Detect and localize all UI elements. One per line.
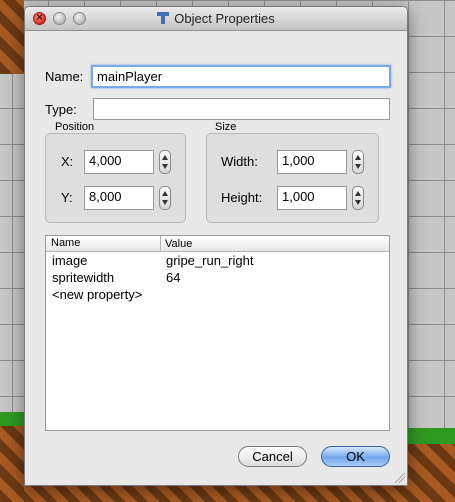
property-name: image	[52, 253, 88, 268]
map-tile	[0, 0, 24, 74]
y-label: Y:	[61, 190, 73, 205]
table-row[interactable]: spritewidth 64	[46, 269, 389, 286]
chevron-down-icon	[162, 164, 168, 169]
type-input[interactable]	[93, 98, 390, 120]
width-label: Width:	[221, 154, 258, 169]
chevron-up-icon	[355, 155, 361, 160]
height-stepper[interactable]	[352, 186, 364, 210]
x-stepper[interactable]	[159, 150, 171, 174]
object-properties-dialog: Object Properties Name: mainPlayer Type:…	[24, 6, 408, 486]
size-group: Width: 1,000 Height: 1,000	[206, 133, 379, 223]
width-input[interactable]: 1,000	[277, 150, 347, 174]
height-label: Height:	[221, 190, 263, 205]
window-title: Object Properties	[25, 11, 407, 26]
height-input[interactable]: 1,000	[277, 186, 347, 210]
property-name: spritewidth	[52, 270, 115, 285]
cancel-button[interactable]: Cancel	[238, 446, 307, 467]
map-tile	[24, 486, 408, 502]
table-header: Name Value	[46, 236, 389, 252]
map-tile	[0, 412, 24, 502]
ok-button[interactable]: OK	[321, 446, 390, 467]
new-property-row[interactable]: <new property>	[46, 286, 389, 303]
chevron-down-icon	[355, 164, 361, 169]
size-group-title: Size	[215, 121, 237, 133]
position-group: X: 4,000 Y: 8,000	[45, 133, 186, 223]
type-label: Type:	[45, 102, 77, 117]
y-input[interactable]: 8,000	[84, 186, 154, 210]
x-input[interactable]: 4,000	[84, 150, 154, 174]
map-tile	[408, 428, 455, 502]
name-input[interactable]: mainPlayer	[91, 65, 391, 88]
width-stepper[interactable]	[352, 150, 364, 174]
x-label: X:	[61, 154, 74, 169]
column-header-name[interactable]: Name	[51, 237, 80, 249]
chevron-down-icon	[355, 200, 361, 205]
y-stepper[interactable]	[159, 186, 171, 210]
chevron-up-icon	[355, 191, 361, 196]
position-group-title: Position	[55, 121, 95, 133]
window-title-text: Object Properties	[174, 11, 275, 26]
property-value: gripe_run_right	[166, 253, 254, 268]
column-header-value[interactable]: Value	[160, 236, 192, 251]
chevron-down-icon	[162, 200, 168, 205]
name-label: Name:	[45, 69, 84, 84]
chevron-up-icon	[162, 155, 168, 160]
title-bar[interactable]: Object Properties	[25, 7, 407, 31]
tiled-app-icon	[157, 12, 170, 24]
property-name: <new property>	[52, 287, 143, 302]
properties-table[interactable]: Name Value image gripe_run_right spritew…	[45, 235, 390, 431]
property-value: 64	[166, 270, 181, 285]
chevron-up-icon	[162, 191, 168, 196]
table-row[interactable]: image gripe_run_right	[46, 252, 389, 269]
resize-grip-icon[interactable]	[395, 473, 405, 483]
